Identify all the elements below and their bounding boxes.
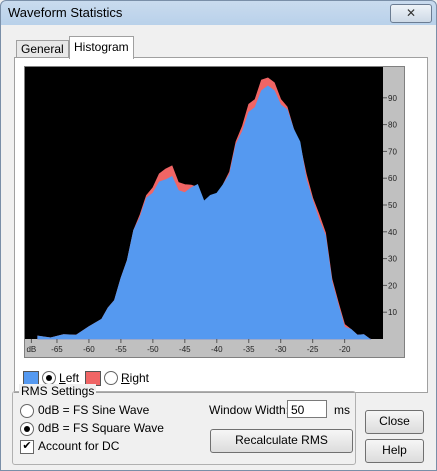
square-wave-radio[interactable] [20,422,34,436]
right-channel-radio[interactable] [104,371,118,385]
histogram-svg: 10 20 30 40 50 60 70 80 90 dB -65 -60 -55 -50 -45 -40 -3… [25,67,404,357]
x-tick-label: -40 [211,345,223,354]
x-tick-label: -65 [51,345,63,354]
dialog-client: General Histogram 10 20 30 40 50 60 70 80 90 dB -6… [8,26,431,465]
square-wave-label: 0dB = FS Square Wave [38,421,164,435]
y-tick-label: 90 [388,94,397,103]
sine-wave-label: 0dB = FS Sine Wave [38,403,150,417]
y-tick-label: 60 [388,174,397,183]
x-tick-label: dB [26,345,36,354]
left-channel-radio[interactable] [42,371,56,385]
rms-settings-title: RMS Settings [19,384,97,398]
close-button[interactable]: Close [365,410,424,434]
y-tick-label: 50 [388,201,397,210]
help-button[interactable]: Help [365,439,424,463]
x-tick-label: -30 [275,345,287,354]
close-icon[interactable]: ✕ [390,4,432,23]
rms-settings-group: RMS Settings 0dB = FS Sine Wave 0dB = FS… [12,384,356,465]
tab-general[interactable]: General [16,40,69,58]
window-width-unit: ms [334,403,350,417]
left-channel-label: Left [59,371,80,385]
account-dc-label: Account for DC [38,439,120,453]
x-tick-label: -20 [339,345,351,354]
y-tick-label: 30 [388,255,397,264]
x-tick-label: -35 [243,345,255,354]
x-tick-label: -55 [115,345,127,354]
right-channel-label: Right [121,371,150,385]
window-title: Waveform Statistics [8,5,123,20]
x-tick-label: -25 [307,345,319,354]
histogram-panel: 10 20 30 40 50 60 70 80 90 dB -65 -60 -55 -50 -45 -40 -3… [14,57,428,393]
tab-histogram[interactable]: Histogram [69,36,134,59]
y-tick-label: 70 [388,147,397,156]
y-tick-label: 40 [388,228,397,237]
account-dc-checkbox[interactable]: ✔ [20,440,34,454]
x-tick-label: -45 [179,345,191,354]
y-tick-label: 10 [388,308,397,317]
recalculate-rms-button[interactable]: Recalculate RMS [210,429,353,453]
x-tick-label: -50 [147,345,159,354]
sine-wave-radio[interactable] [20,404,34,418]
y-tick-label: 20 [388,281,397,290]
histogram-chart: 10 20 30 40 50 60 70 80 90 dB -65 -60 -55 -50 -45 -40 -3… [24,66,405,358]
y-tick-label: 80 [388,121,397,130]
x-tick-label: -60 [83,345,95,354]
window-width-label: Window Width: [209,403,290,417]
title-bar[interactable]: Waveform Statistics ✕ [1,1,437,25]
window-width-input[interactable]: 50 [287,400,327,418]
waveform-statistics-window: Waveform Statistics ✕ General Histogram … [0,0,437,471]
series-area-left [37,85,371,341]
